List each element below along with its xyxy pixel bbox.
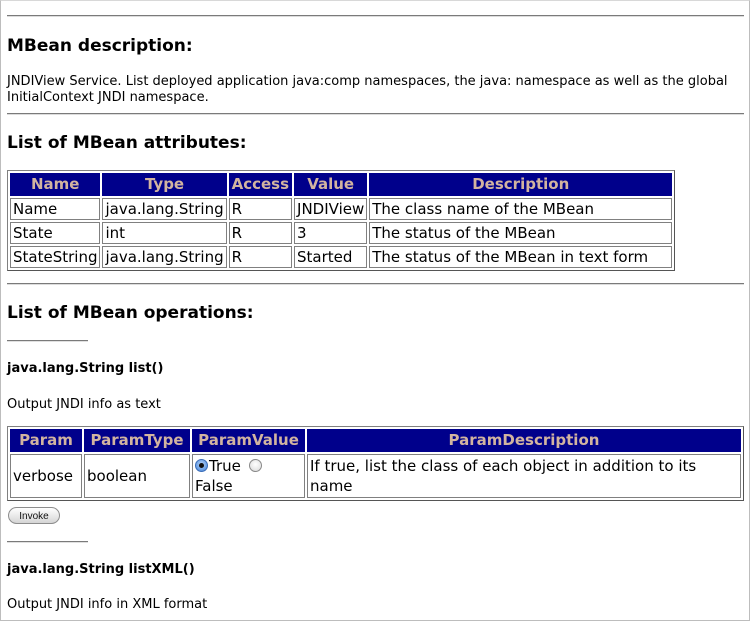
params-header-row: Param ParamType ParamValue ParamDescript… (10, 429, 741, 452)
attribute-description: The status of the MBean in text form (369, 246, 673, 268)
table-row: verbose boolean True False If true, list… (10, 454, 741, 498)
radio-false-label[interactable]: False (195, 477, 233, 495)
table-row: StateString java.lang.String R Started T… (10, 246, 673, 268)
divider (7, 113, 744, 115)
attribute-value: 3 (294, 222, 368, 244)
operation-description: Output JNDI info in XML format (7, 597, 208, 612)
divider (7, 283, 744, 285)
attribute-type: java.lang.String (102, 246, 227, 268)
operation-divider (7, 340, 88, 342)
invoke-button[interactable]: Invoke (8, 507, 60, 524)
column-header-type: Type (102, 173, 227, 196)
attribute-access: R (228, 198, 293, 220)
operations-heading: List of MBean operations: (7, 303, 254, 323)
attribute-value: Started (294, 246, 368, 268)
attribute-type: java.lang.String (102, 198, 227, 220)
operation-divider (7, 541, 88, 543)
column-header-paramdescription: ParamDescription (307, 429, 741, 452)
column-header-description: Description (369, 173, 673, 196)
column-header-param: Param (10, 429, 82, 452)
attribute-name: Name (10, 198, 101, 220)
param-description: If true, list the class of each object i… (307, 454, 741, 498)
operation-signature: java.lang.String list() (7, 361, 164, 376)
attribute-description: The class name of the MBean (369, 198, 673, 220)
param-value-cell: True False (192, 454, 305, 498)
attribute-name: StateString (10, 246, 101, 268)
operation-signature: java.lang.String listXML() (7, 562, 195, 577)
params-table: Param ParamType ParamValue ParamDescript… (7, 426, 744, 501)
column-header-paramvalue: ParamValue (192, 429, 305, 452)
operation-description: Output JNDI info as text (7, 397, 161, 412)
radio-false[interactable] (248, 459, 262, 472)
mbean-description-text: JNDIView Service. List deployed applicat… (7, 74, 728, 105)
attribute-access: R (228, 246, 293, 268)
column-header-access: Access (228, 173, 293, 196)
param-name: verbose (10, 454, 82, 498)
table-row: State int R 3 The status of the MBean (10, 222, 673, 244)
radio-true-label[interactable]: True (209, 457, 241, 475)
table-row: Name java.lang.String R JNDIView The cla… (10, 198, 673, 220)
column-header-value: Value (294, 173, 368, 196)
attribute-type: int (102, 222, 227, 244)
attribute-name: State (10, 222, 101, 244)
attribute-access: R (228, 222, 293, 244)
attributes-heading: List of MBean attributes: (7, 133, 247, 153)
attribute-description: The status of the MBean (369, 222, 673, 244)
column-header-name: Name (10, 173, 101, 196)
attributes-table: Name Type Access Value Description Name … (7, 170, 676, 271)
mbean-description-heading: MBean description: (7, 36, 193, 56)
divider (7, 15, 744, 17)
column-header-paramtype: ParamType (84, 429, 190, 452)
attribute-value: JNDIView (294, 198, 368, 220)
radio-true[interactable] (195, 459, 208, 472)
attributes-header-row: Name Type Access Value Description (10, 173, 673, 196)
param-type: boolean (84, 454, 190, 498)
